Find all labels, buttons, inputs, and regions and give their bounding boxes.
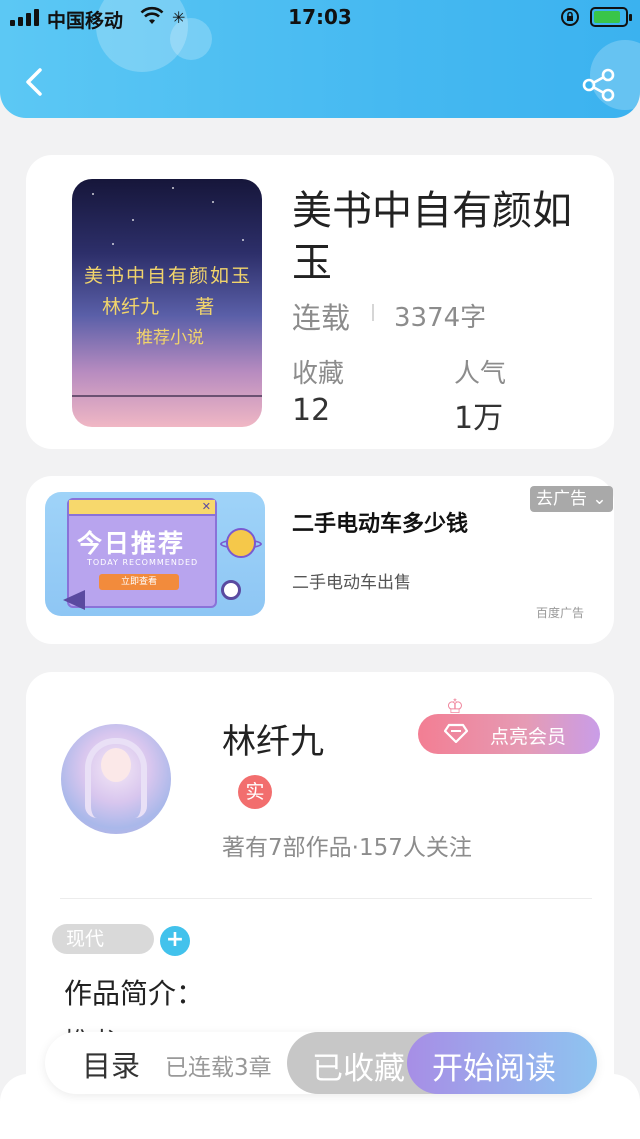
table-of-contents-button[interactable]: 目录 [82, 1043, 140, 1085]
back-icon[interactable] [20, 62, 52, 102]
header: 中国移动 ✳ 17:03 [0, 0, 640, 118]
bottom-action-bar: 目录 已连载3章 已收藏 开始阅读 [45, 1032, 597, 1094]
word-count: 3374字 [394, 303, 487, 333]
magnifier-icon [221, 580, 241, 600]
battery-icon [590, 7, 632, 27]
status-time: 17:03 [288, 5, 352, 29]
rotation-lock-icon [561, 8, 579, 26]
ad-card[interactable]: ✕ 今日推荐 TODAY RECOMMENDED 立即查看 二手电动车多少钱 二… [26, 476, 614, 644]
start-reading-button[interactable]: 开始阅读 [407, 1032, 597, 1094]
ad-image-headline: 今日推荐 [77, 529, 186, 558]
share-icon[interactable] [580, 66, 618, 104]
cover-fence [72, 395, 262, 413]
ad-subtitle: 二手电动车出售 [292, 573, 411, 593]
ad-image[interactable]: ✕ 今日推荐 TODAY RECOMMENDED 立即查看 [45, 492, 265, 616]
popularity-count: 1万 [454, 401, 504, 436]
genre-tag[interactable]: 现代 [52, 924, 154, 954]
diamond-icon [444, 723, 468, 743]
planet-icon [226, 528, 256, 558]
add-tag-button[interactable]: + [160, 926, 190, 956]
intro-label: 作品简介： [64, 977, 205, 1010]
author-meta: 著有7部作品·157人关注 [222, 835, 472, 861]
status-bar: 中国移动 ✳ 17:03 [0, 0, 640, 36]
chapter-progress: 已连载3章 [165, 1055, 272, 1081]
book-title: 美书中自有颜如玉 [292, 188, 572, 286]
favorites-label: 收藏 [292, 359, 345, 389]
cover-title-text: 美书中自有颜如玉 林纤九 著 推荐小说 [84, 265, 253, 348]
megaphone-icon [63, 590, 85, 610]
start-reading-label: 开始阅读 [432, 1051, 556, 1087]
author-avatar[interactable] [61, 724, 171, 834]
divider [60, 898, 592, 899]
ad-window-graphic: ✕ 今日推荐 TODAY RECOMMENDED 立即查看 [67, 498, 217, 608]
book-cover[interactable]: 美书中自有颜如玉 林纤九 著 推荐小说 [72, 179, 262, 427]
author-name[interactable]: 林纤九 [222, 714, 324, 763]
book-status: 连载 [292, 301, 351, 335]
ad-image-subline: TODAY RECOMMENDED [87, 558, 199, 567]
ad-source: 百度广告 [536, 606, 585, 620]
divider [372, 304, 374, 321]
crown-icon: ♔ [446, 694, 464, 718]
favorite-label: 已收藏 [312, 1051, 405, 1087]
book-info-card: 美书中自有颜如玉 林纤九 著 推荐小说 美书中自有颜如玉 连载 3374字 收藏… [26, 155, 614, 449]
verified-badge: 实 [238, 775, 272, 809]
vip-label: 点亮会员 [490, 726, 567, 748]
remove-ad-button[interactable]: 去广告 ⌄ [530, 486, 613, 512]
close-icon: ✕ [201, 500, 211, 513]
favorites-count: 12 [292, 393, 331, 428]
ad-image-button: 立即查看 [99, 574, 179, 590]
ad-title[interactable]: 二手电动车多少钱 [292, 506, 468, 538]
popularity-label: 人气 [454, 359, 507, 389]
vip-button[interactable]: ♔ 点亮会员 [418, 694, 600, 754]
